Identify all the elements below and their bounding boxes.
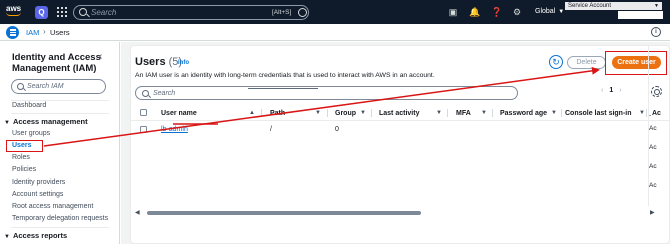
next-page-icon[interactable]: › <box>619 87 621 94</box>
sidebar-item-user-groups[interactable]: User groups <box>12 130 50 137</box>
column-mfa[interactable]: MFA <box>456 110 471 117</box>
iam-search-placeholder: Search IAM <box>27 83 64 90</box>
column-divider <box>261 109 262 117</box>
access-key-cell: Ac <box>649 163 657 170</box>
caret-down-icon: ▼ <box>4 120 10 126</box>
divider <box>11 113 109 114</box>
sort-icon[interactable]: ▼ <box>315 110 321 116</box>
breadcrumb-users: Users <box>50 28 70 37</box>
page-description: An IAM user is an identity with long-ter… <box>135 72 435 79</box>
search-icon <box>142 90 149 97</box>
users-search-input[interactable]: Search <box>135 86 518 100</box>
path-cell: / <box>270 126 272 133</box>
info-icon[interactable]: i <box>651 27 661 37</box>
sidebar-title: Identity and Access Management (IAM) <box>12 52 101 74</box>
section-access-reports[interactable]: ▼ Access reports <box>4 231 67 240</box>
global-search-input[interactable]: Search [Alt+S] <box>73 5 309 20</box>
notifications-bell-icon[interactable]: 🔔 <box>469 7 480 17</box>
screen: { "topbar": { "logo": "aws", "q_icon": "… <box>0 0 670 244</box>
create-user-annotation-box <box>605 51 667 75</box>
caret-down-icon: ▼ <box>4 234 10 240</box>
users-annotation-box <box>6 140 43 152</box>
sort-icon[interactable]: ▼ <box>639 110 645 116</box>
sort-icon[interactable]: ▼ <box>551 110 557 116</box>
collapse-sidebar-icon[interactable]: ‹ <box>99 51 102 62</box>
access-key-cell: Ac <box>649 144 657 151</box>
users-table-panel: Users (5) Info An IAM user is an identit… <box>130 45 670 244</box>
sidebar-item-root-access-management[interactable]: Root access management <box>12 203 93 210</box>
divider <box>11 227 109 228</box>
refresh-icon[interactable]: ↻ <box>549 55 563 69</box>
scroll-left-icon[interactable]: ◀ <box>135 209 140 216</box>
groups-cell: 0 <box>335 126 339 133</box>
sort-icon[interactable]: ▼ <box>360 110 366 116</box>
main-content: Users (5) Info An IAM user is an identit… <box>121 42 670 244</box>
menu-toggle-button[interactable] <box>6 26 19 39</box>
scrollbar-thumb[interactable] <box>147 211 421 215</box>
delete-button[interactable]: Delete <box>567 56 606 69</box>
users-search-placeholder: Search <box>153 90 176 97</box>
search-icon <box>17 83 24 90</box>
select-all-checkbox[interactable] <box>140 109 147 116</box>
sort-ascending-icon[interactable]: ▲ <box>249 110 255 116</box>
aws-logo[interactable]: aws <box>6 4 24 20</box>
column-divider <box>646 109 647 117</box>
help-icon[interactable]: ❓ <box>491 7 502 17</box>
services-grid-icon[interactable] <box>57 7 67 17</box>
scroll-right-icon[interactable]: ▶ <box>650 209 655 216</box>
settings-gear-icon[interactable]: ⚙ <box>512 7 522 17</box>
divider <box>11 100 109 101</box>
access-key-cell: Ac <box>649 125 657 132</box>
search-settings-icon[interactable] <box>298 8 307 17</box>
breadcrumb-bar: IAM › Users i <box>0 24 670 41</box>
info-link[interactable]: Info <box>178 60 189 66</box>
column-console-last-sign-in[interactable]: Console last sign-in <box>565 110 632 117</box>
breadcrumb-iam-link[interactable]: IAM <box>26 28 39 37</box>
sidebar-item-policies[interactable]: Policies <box>12 166 36 173</box>
account-id-redaction <box>618 11 663 19</box>
column-path[interactable]: Path <box>270 110 285 117</box>
column-divider <box>447 109 448 117</box>
iam-search-input[interactable]: Search IAM <box>11 79 106 94</box>
column-password-age[interactable]: Password age <box>500 110 547 117</box>
sidebar-item-roles[interactable]: Roles <box>12 154 30 161</box>
search-shortcut: [Alt+S] <box>272 9 292 16</box>
chevron-right-icon: › <box>43 27 46 36</box>
column-divider <box>371 109 372 117</box>
column-last-activity[interactable]: Last activity <box>379 110 419 117</box>
search-placeholder: Search <box>91 8 117 17</box>
sidebar-item-identity-providers[interactable]: Identity providers <box>12 179 65 186</box>
table-header: User name ▲ Path ▼ Group ▼ Last activity… <box>131 105 670 121</box>
sidebar-item-temporary-delegation-requests[interactable]: Temporary delegation requests <box>12 215 108 222</box>
amazon-q-icon[interactable]: Q <box>35 6 48 19</box>
table-row[interactable]: lb-admin / 0 <box>131 122 670 136</box>
horizontal-scrollbar[interactable]: ◀ ▶ <box>131 209 670 217</box>
user-name-link[interactable]: lb-admin <box>161 126 188 133</box>
sidebar-item-account-settings[interactable]: Account settings <box>12 191 63 198</box>
page-number[interactable]: 1 <box>609 87 613 94</box>
column-divider <box>492 109 493 117</box>
column-groups[interactable]: Group <box>335 110 356 117</box>
top-navigation-bar: aws Q Search [Alt+S] ▣ 🔔 ❓ ⚙ Global ▼ Ser… <box>0 0 670 24</box>
table-settings-icon[interactable] <box>651 86 662 97</box>
cloudshell-icon[interactable]: ▣ <box>448 7 458 17</box>
sort-icon[interactable]: ▼ <box>481 110 487 116</box>
account-menu[interactable]: Service Account ▼ <box>565 2 662 10</box>
column-divider <box>561 109 562 117</box>
pagination: ‹ 1 › <box>595 87 628 94</box>
access-key-cell: Ac <box>649 182 657 189</box>
column-access-key[interactable]: Ac <box>652 110 661 117</box>
region-selector[interactable]: Global ▼ <box>535 8 564 15</box>
prev-page-icon[interactable]: ‹ <box>601 87 603 94</box>
column-divider <box>327 109 328 117</box>
sort-icon[interactable]: ▼ <box>436 110 442 116</box>
access-key-cell: - <box>649 112 652 119</box>
last-activity-redaction <box>248 88 318 89</box>
sidebar-item-dashboard[interactable]: Dashboard <box>12 102 46 109</box>
page-title: Users (5) <box>135 56 183 68</box>
search-icon <box>79 8 87 16</box>
row-checkbox[interactable] <box>140 126 147 133</box>
section-access-management[interactable]: ▼ Access management <box>4 117 88 126</box>
column-user-name[interactable]: User name <box>161 110 197 117</box>
